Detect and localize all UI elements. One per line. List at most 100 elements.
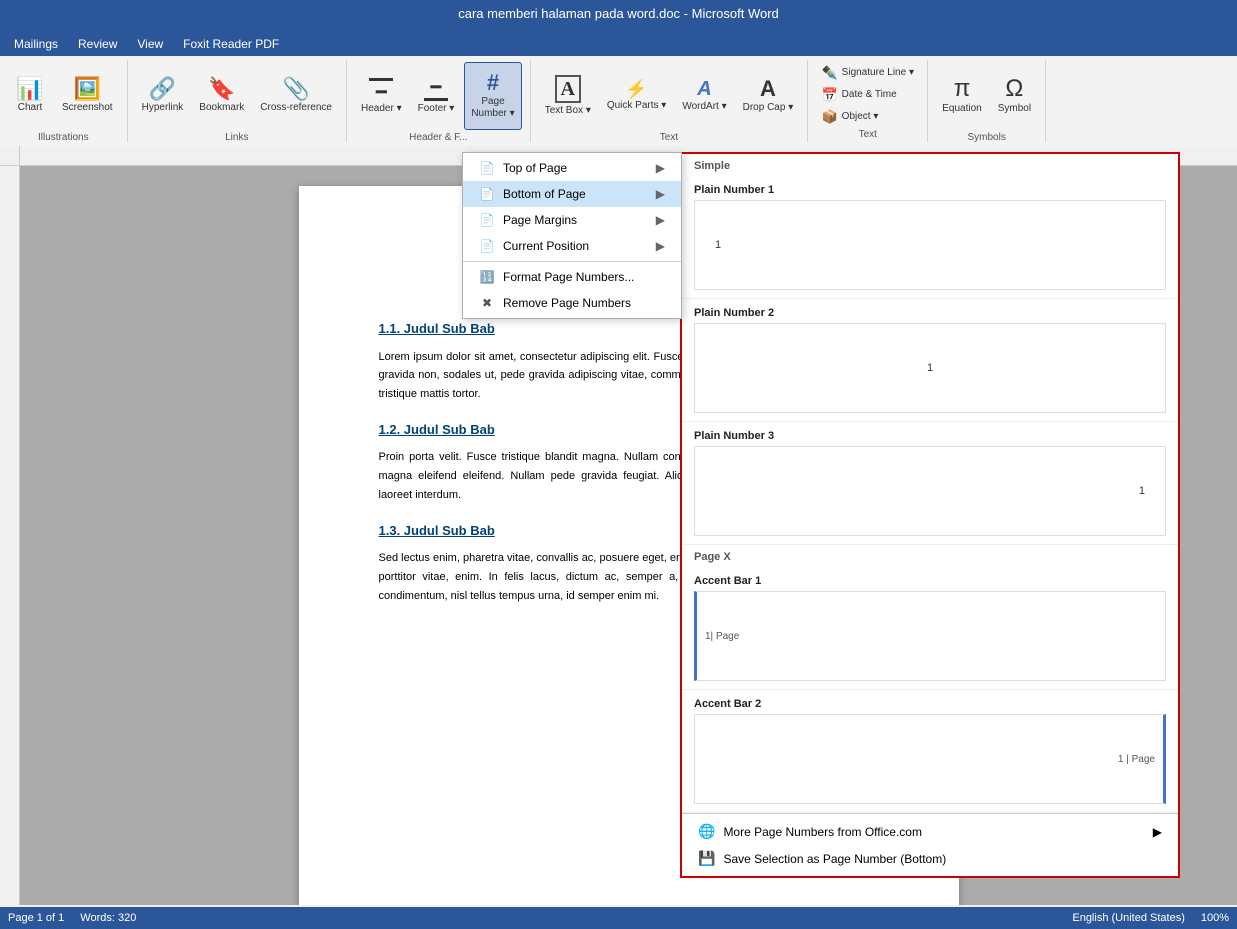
menu-top-of-page[interactable]: 📄 Top of Page ▶ <box>463 155 681 181</box>
dropdown-overlay: 📄 Top of Page ▶ 📄 Bottom of Page ▶ 📄 Pag… <box>462 152 682 319</box>
wordart-label: WordArt ▾ <box>682 101 726 113</box>
flyout-panel: Simple Plain Number 1 1 Plain Number 2 1… <box>680 152 1180 878</box>
cross-reference-button[interactable]: 📎 Cross-reference <box>254 62 338 130</box>
ribbon-tabs: Mailings Review View Foxit Reader PDF <box>0 28 1237 56</box>
ruler-corner <box>0 146 20 166</box>
date-time-button[interactable]: 📅 Date & Time <box>817 85 917 105</box>
tab-mailings[interactable]: Mailings <box>4 32 68 56</box>
equation-button[interactable]: π Equation <box>936 62 987 130</box>
wordart-button[interactable]: A WordArt ▾ <box>676 62 732 130</box>
flyout-scroll-area[interactable]: Simple Plain Number 1 1 Plain Number 2 1… <box>682 154 1178 813</box>
footer-icon: ━ <box>424 78 448 101</box>
object-button[interactable]: 📦 Object ▾ <box>817 107 917 127</box>
ribbon-group-illustrations: 📊 Chart 🖼️ Screenshot Illustrations <box>0 60 128 142</box>
menu-bottom-of-page[interactable]: 📄 Bottom of Page ▶ <box>463 181 681 207</box>
remove-page-numbers-label: Remove Page Numbers <box>503 296 631 310</box>
accent-bar-1-label: Accent Bar 1 <box>694 575 1166 587</box>
chart-icon: 📊 <box>16 78 43 100</box>
header-label: Header ▾ <box>361 103 402 115</box>
page-number-label: PageNumber ▾ <box>471 96 514 120</box>
flyout-section-page-x: Page X <box>682 545 1178 567</box>
format-icon: 🔢 <box>479 269 495 285</box>
plain-number-1-item[interactable]: Plain Number 1 1 <box>682 176 1178 299</box>
save-selection-item[interactable]: 💾 Save Selection as Page Number (Bottom) <box>690 845 1170 872</box>
more-page-numbers-item[interactable]: 🌐 More Page Numbers from Office.com ▶ <box>690 818 1170 845</box>
misc-items: ✒️ Signature Line ▾ 📅 Date & Time 📦 Obje… <box>817 62 917 127</box>
remove-icon: ✖ <box>479 295 495 311</box>
status-bar: Page 1 of 1 Words: 320 English (United S… <box>0 907 1237 929</box>
header-button[interactable]: ━ Header ▾ <box>355 62 408 130</box>
signature-line-button[interactable]: ✒️ Signature Line ▾ <box>817 63 917 83</box>
ribbon-group-header-footer: ━ Header ▾ ━ Footer ▾ # PageNumber ▾ Hea… <box>347 60 531 142</box>
tab-foxit[interactable]: Foxit Reader PDF <box>173 32 289 56</box>
dropcap-button[interactable]: A Drop Cap ▾ <box>737 62 800 130</box>
title-bar: cara memberi halaman pada word.doc - Mic… <box>0 0 1237 28</box>
ribbon-group-links: 🔗 Hyperlink 🔖 Bookmark 📎 Cross-reference… <box>128 60 347 142</box>
plain-number-2-text: 1 <box>927 362 933 374</box>
plain-number-3-preview: 1 <box>694 446 1166 536</box>
hyperlink-button[interactable]: 🔗 Hyperlink <box>136 62 190 130</box>
tab-review[interactable]: Review <box>68 32 127 56</box>
menu-separator <box>463 261 681 262</box>
tab-view[interactable]: View <box>127 32 173 56</box>
plain-number-1-preview: 1 <box>694 200 1166 290</box>
wordart-icon: A <box>697 79 711 99</box>
misc-group-label: Text <box>859 127 877 140</box>
links-group-label: Links <box>225 130 248 143</box>
symbol-label: Symbol <box>998 103 1031 115</box>
links-items: 🔗 Hyperlink 🔖 Bookmark 📎 Cross-reference <box>136 62 338 130</box>
page-margins-icon: 📄 <box>479 212 495 228</box>
text-group-label: Text <box>660 130 678 143</box>
footer-label: Footer ▾ <box>418 103 455 115</box>
menu-page-margins[interactable]: 📄 Page Margins ▶ <box>463 207 681 233</box>
flyout-section-simple: Simple <box>682 154 1178 176</box>
bottom-of-page-label: Bottom of Page <box>503 187 586 201</box>
plain-number-3-text: 1 <box>1139 485 1145 497</box>
current-position-label: Current Position <box>503 239 589 253</box>
top-of-page-icon: 📄 <box>479 160 495 176</box>
bookmark-icon: 🔖 <box>208 78 235 100</box>
quickparts-icon: ⚡ <box>625 80 647 98</box>
signature-icon: ✒️ <box>821 65 837 81</box>
save-selection-icon: 💾 <box>698 850 715 867</box>
page-number-button[interactable]: # PageNumber ▾ <box>464 62 521 130</box>
menu-format-page-numbers[interactable]: 🔢 Format Page Numbers... <box>463 264 681 290</box>
accent-bar-1-preview: 1| Page <box>694 591 1166 681</box>
ribbon-content: 📊 Chart 🖼️ Screenshot Illustrations 🔗 Hy… <box>0 56 1237 146</box>
status-page: Page 1 of 1 <box>8 912 64 924</box>
vertical-ruler <box>0 146 20 905</box>
menu-remove-page-numbers[interactable]: ✖ Remove Page Numbers <box>463 290 681 316</box>
object-icon: 📦 <box>821 109 837 125</box>
top-of-page-label: Top of Page <box>503 161 567 175</box>
save-selection-label: Save Selection as Page Number (Bottom) <box>723 852 946 866</box>
quickparts-label: Quick Parts ▾ <box>607 100 666 112</box>
datetime-icon: 📅 <box>821 87 837 103</box>
accent-bar-1-text: 1| Page <box>705 631 739 642</box>
plain-number-2-item[interactable]: Plain Number 2 1 <box>682 299 1178 422</box>
cross-reference-icon: 📎 <box>282 78 309 100</box>
format-page-numbers-label: Format Page Numbers... <box>503 270 634 284</box>
screenshot-button[interactable]: 🖼️ Screenshot <box>56 62 119 130</box>
cross-reference-label: Cross-reference <box>260 102 332 114</box>
status-zoom: 100% <box>1201 912 1229 924</box>
chart-button[interactable]: 📊 Chart <box>8 62 52 130</box>
accent-bar-2-preview: 1 | Page <box>694 714 1166 804</box>
bookmark-button[interactable]: 🔖 Bookmark <box>193 62 250 130</box>
signature-label: Signature Line ▾ <box>842 67 914 78</box>
accent-bar-2-text: 1 | Page <box>1118 754 1155 765</box>
accent-bar-2-item[interactable]: Accent Bar 2 1 | Page <box>682 690 1178 813</box>
ribbon-group-symbols: π Equation Ω Symbol Symbols <box>928 60 1046 142</box>
page-margins-label: Page Margins <box>503 213 577 227</box>
accent-bar-1-item[interactable]: Accent Bar 1 1| Page <box>682 567 1178 690</box>
quickparts-button[interactable]: ⚡ Quick Parts ▾ <box>601 62 672 130</box>
menu-current-position[interactable]: 📄 Current Position ▶ <box>463 233 681 259</box>
footer-button[interactable]: ━ Footer ▾ <box>412 62 461 130</box>
symbol-button[interactable]: Ω Symbol <box>992 62 1037 130</box>
current-position-arrow: ▶ <box>656 239 665 253</box>
textbox-button[interactable]: A Text Box ▾ <box>539 62 597 130</box>
plain-number-3-item[interactable]: Plain Number 3 1 <box>682 422 1178 545</box>
datetime-label: Date & Time <box>842 89 897 100</box>
status-words: Words: 320 <box>80 912 136 924</box>
chart-label: Chart <box>18 102 42 114</box>
hyperlink-icon: 🔗 <box>149 78 176 100</box>
